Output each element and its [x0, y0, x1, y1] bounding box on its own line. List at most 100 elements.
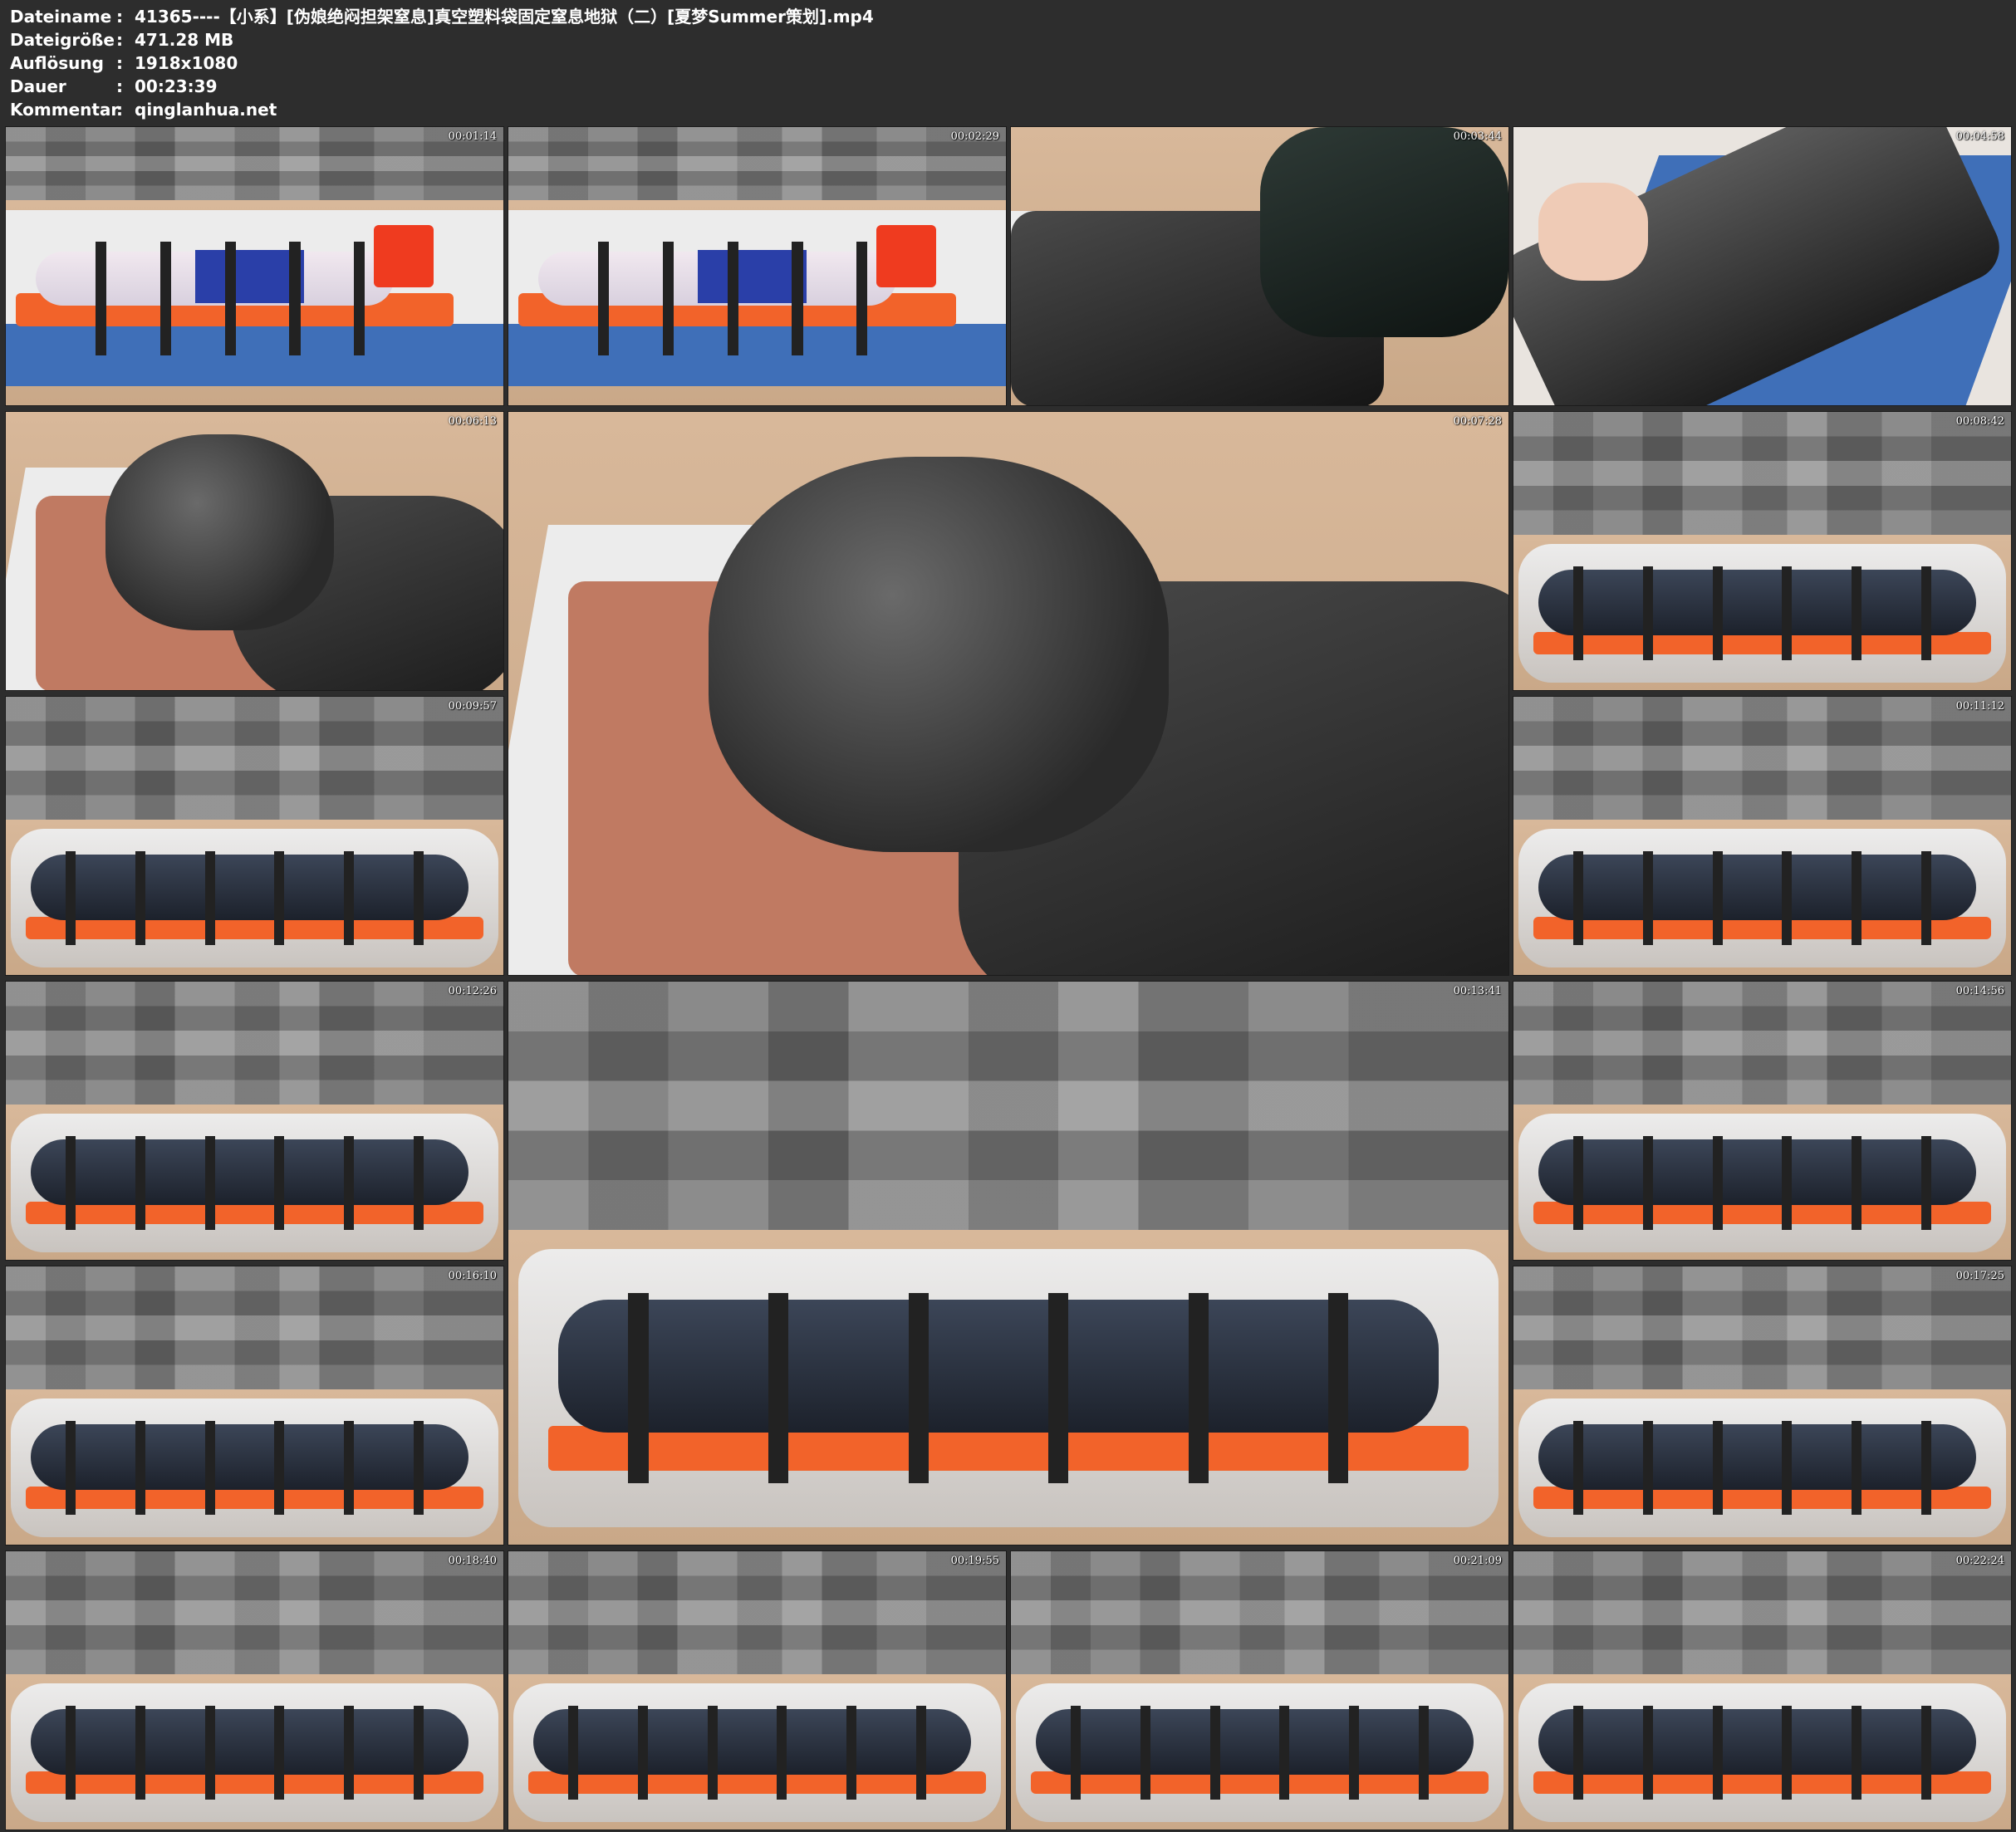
- black-strap: [65, 1705, 76, 1800]
- floor-scene: [6, 1389, 503, 1545]
- black-strap: [135, 850, 145, 946]
- black-strap: [1782, 566, 1793, 661]
- video-thumbnail[interactable]: 00:02:29: [508, 126, 1007, 406]
- latex-hood: [105, 434, 335, 630]
- black-strap: [274, 1135, 285, 1231]
- black-strap: [1921, 1420, 1932, 1516]
- floor-scene: [508, 1230, 1508, 1545]
- black-strap: [1642, 850, 1653, 946]
- black-strap: [344, 1135, 355, 1231]
- floor-scene: [1513, 535, 2011, 690]
- black-strap: [1921, 1135, 1932, 1231]
- wrapped-figure: [1259, 127, 1508, 337]
- latex-hood: [708, 457, 1169, 853]
- black-strap: [1921, 1705, 1932, 1800]
- video-thumbnail[interactable]: 00:19:55: [508, 1550, 1007, 1830]
- black-strap: [662, 241, 674, 355]
- floor-scene: [6, 200, 503, 405]
- video-thumbnail[interactable]: 00:04:58: [1513, 126, 2012, 406]
- video-thumbnail[interactable]: 00:09:57: [5, 696, 504, 976]
- video-thumbnail[interactable]: 00:01:14: [5, 126, 504, 406]
- black-strap: [159, 241, 171, 355]
- thumbnail-timestamp: 00:06:13: [448, 415, 497, 428]
- floor-scene: [6, 412, 503, 690]
- video-thumbnail[interactable]: 00:21:09: [1010, 1550, 1509, 1830]
- black-strap: [204, 850, 215, 946]
- black-strap: [1070, 1705, 1081, 1800]
- black-strap: [1782, 1135, 1793, 1231]
- black-strap: [1852, 1420, 1862, 1516]
- pixelated-region: [6, 1266, 503, 1389]
- video-thumbnail[interactable]: 00:13:41: [508, 981, 1509, 1545]
- floor-scene: [1011, 127, 1508, 405]
- black-strap: [637, 1705, 648, 1800]
- black-strap: [414, 1420, 424, 1516]
- thumbnail-timestamp: 00:08:42: [1955, 415, 2004, 428]
- video-thumbnail[interactable]: 00:17:25: [1513, 1266, 2012, 1545]
- black-strap: [274, 1705, 285, 1800]
- wrapped-body: [30, 1139, 469, 1205]
- video-thumbnail[interactable]: 00:16:10: [5, 1266, 504, 1545]
- video-thumbnail[interactable]: 00:14:56: [1513, 981, 2012, 1261]
- pixelated-region: [6, 697, 503, 820]
- thumbnail-timestamp: 00:17:25: [1955, 1270, 2004, 1282]
- wrapped-body: [30, 1708, 469, 1775]
- black-strap: [908, 1293, 929, 1483]
- video-thumbnail[interactable]: 00:22:24: [1513, 1550, 2012, 1830]
- thumbnail-grid: 00:01:14 00:02:29 00:03:44 00:04:58 00:06:13…: [0, 0, 2016, 1832]
- black-strap: [1140, 1705, 1150, 1800]
- black-strap: [224, 241, 236, 355]
- black-strap: [274, 1420, 285, 1516]
- black-strap: [344, 1705, 355, 1800]
- pixelated-region: [6, 1551, 503, 1674]
- thumbnail-timestamp: 00:09:57: [448, 700, 497, 713]
- black-strap: [1642, 1420, 1653, 1516]
- floor-scene: [1011, 1674, 1508, 1830]
- video-thumbnail[interactable]: 00:08:42: [1513, 411, 2012, 691]
- black-strap: [1642, 1135, 1653, 1231]
- floor-scene: [1513, 820, 2011, 975]
- black-strap: [1712, 566, 1723, 661]
- black-strap: [1642, 1705, 1653, 1800]
- thumbnail-timestamp: 00:14:56: [1955, 985, 2004, 997]
- head-block: [374, 224, 434, 287]
- thumbnail-timestamp: 00:11:12: [1955, 700, 2004, 713]
- video-thumbnail[interactable]: 00:11:12: [1513, 696, 2012, 976]
- floor-scene: [6, 820, 503, 975]
- video-thumbnail[interactable]: 00:07:28: [508, 411, 1509, 976]
- black-strap: [1642, 566, 1653, 661]
- video-thumbnail[interactable]: 00:12:26: [5, 981, 504, 1261]
- black-strap: [1852, 1135, 1862, 1231]
- video-thumbnail[interactable]: 00:18:40: [5, 1550, 504, 1830]
- black-strap: [135, 1705, 145, 1800]
- black-strap: [1419, 1705, 1430, 1800]
- wrapped-body: [30, 1423, 469, 1490]
- black-strap: [628, 1293, 649, 1483]
- wrapped-body: [532, 1708, 972, 1775]
- wrapped-body: [1538, 854, 1977, 920]
- video-thumbnail[interactable]: 00:03:44: [1010, 126, 1509, 406]
- black-strap: [1572, 1705, 1583, 1800]
- thumbnail-timestamp: 00:18:40: [448, 1555, 497, 1567]
- black-strap: [65, 1420, 76, 1516]
- thumbnail-timestamp: 00:16:10: [448, 1270, 497, 1282]
- black-strap: [1852, 1705, 1862, 1800]
- pixelated-region: [6, 127, 503, 200]
- black-strap: [414, 850, 424, 946]
- black-strap: [1572, 1135, 1583, 1231]
- wrapped-body: [1035, 1708, 1474, 1775]
- black-strap: [856, 241, 868, 355]
- thumbnail-timestamp: 00:04:58: [1955, 130, 2004, 143]
- wrapped-body: [1538, 569, 1977, 635]
- head-block: [876, 224, 937, 287]
- blue-mat: [508, 324, 1006, 387]
- video-thumbnail[interactable]: 00:06:13: [5, 411, 504, 691]
- black-strap: [1782, 1705, 1793, 1800]
- thumbnail-timestamp: 00:19:55: [950, 1555, 999, 1567]
- black-strap: [1279, 1705, 1290, 1800]
- black-strap: [274, 850, 285, 946]
- black-strap: [1921, 566, 1932, 661]
- black-strap: [1712, 1705, 1723, 1800]
- black-strap: [204, 1705, 215, 1800]
- pixelated-region: [1513, 982, 2011, 1105]
